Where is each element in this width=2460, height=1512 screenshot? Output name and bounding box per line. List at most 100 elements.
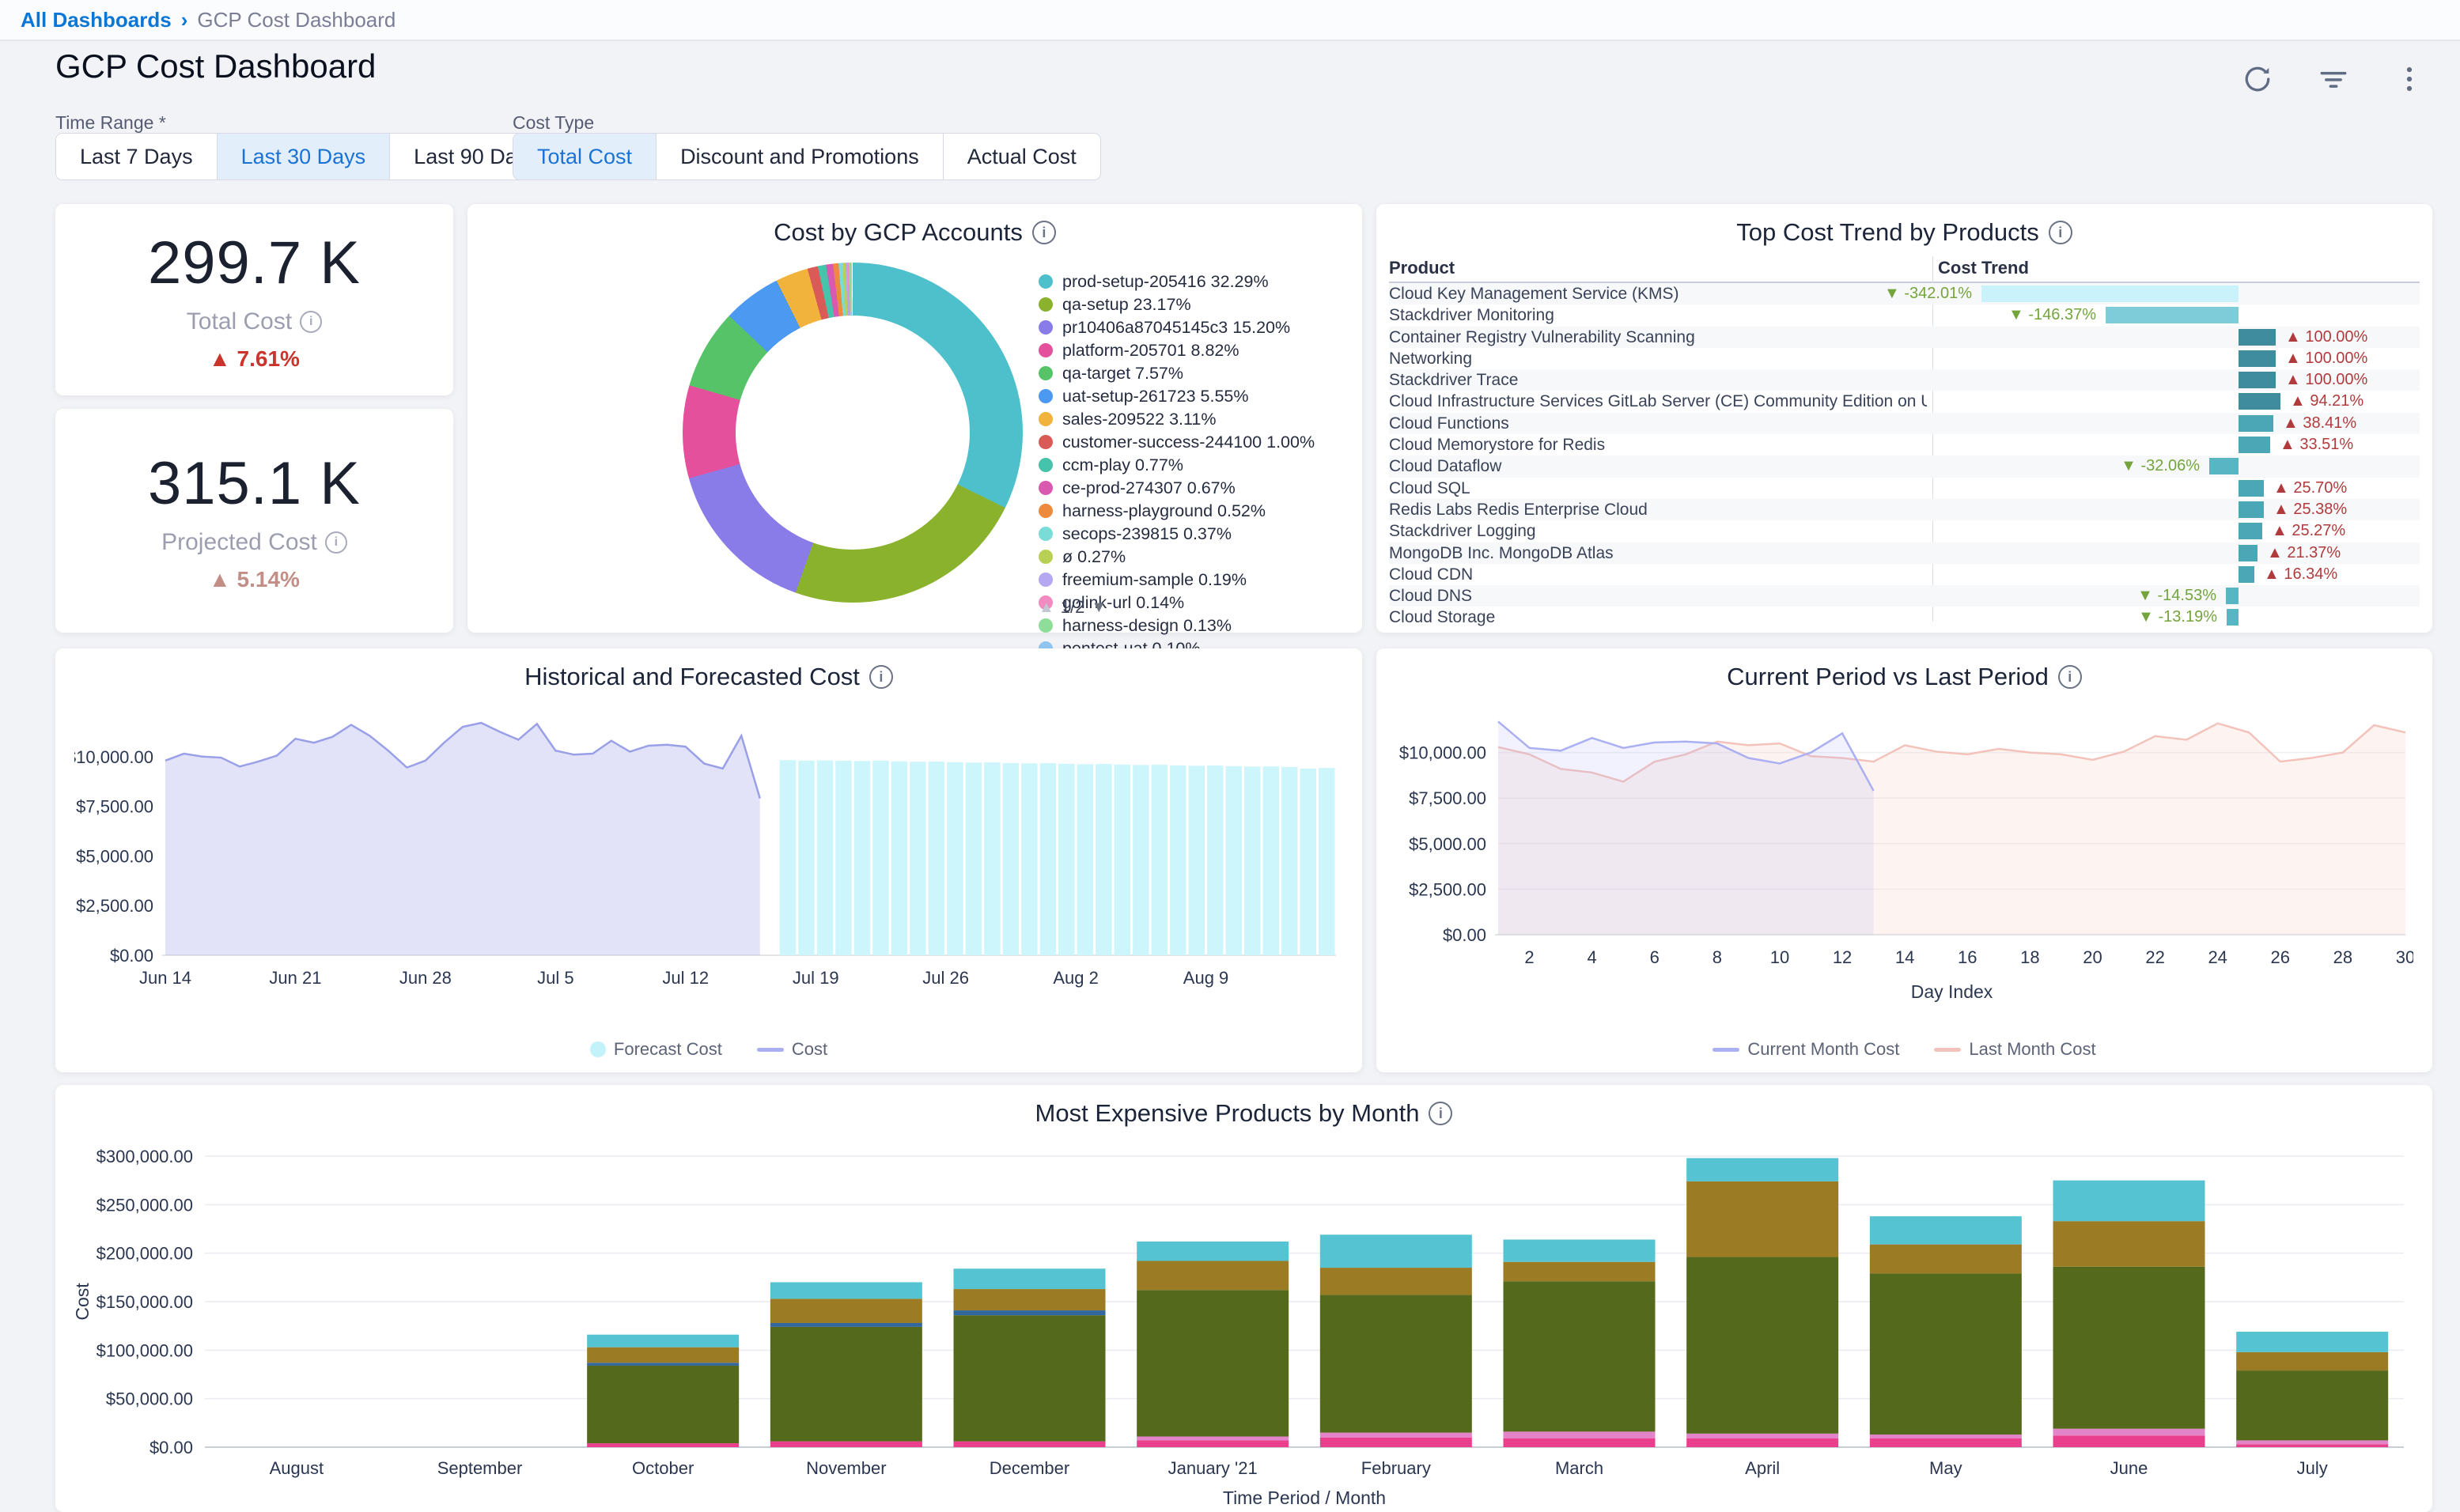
info-icon[interactable]: i xyxy=(2058,665,2082,689)
svg-text:June: June xyxy=(2110,1458,2148,1478)
table-row[interactable]: Cloud DNS ▼ -14.53% xyxy=(1389,585,2420,607)
svg-text:18: 18 xyxy=(2020,947,2039,967)
legend-item-prod-setup-205416[interactable]: prod-setup-205416 32.29% xyxy=(1039,270,1349,293)
time-range-label: Time Range * xyxy=(55,112,166,134)
svg-text:April: April xyxy=(1745,1458,1780,1478)
total-cost-delta: ▲ 7.61% xyxy=(209,346,300,372)
table-row[interactable]: Stackdriver Trace▲ 100.00% xyxy=(1389,369,2420,391)
trend-percent: ▲ 100.00% xyxy=(2285,327,2367,348)
panel-title: Cost by GCP Accountsi xyxy=(467,204,1362,247)
breadcrumb-all-dashboards-link[interactable]: All Dashboards xyxy=(21,8,172,32)
svg-text:$0.00: $0.00 xyxy=(149,1438,193,1457)
trend-percent: ▼ -14.53% xyxy=(2137,585,2216,607)
legend-item-uat-setup-261723[interactable]: uat-setup-261723 5.55% xyxy=(1039,385,1349,407)
legend-item-secops-239815[interactable]: secops-239815 0.37% xyxy=(1039,523,1349,545)
legend-label: ce-prod-274307 0.67% xyxy=(1062,477,1236,499)
legend-item-customer-success-244100[interactable]: customer-success-244100 1.00% xyxy=(1039,431,1349,453)
legend-item-qa-target[interactable]: qa-target 7.57% xyxy=(1039,362,1349,384)
legend-item-current-month-cost[interactable]: Current Month Cost xyxy=(1713,1039,1899,1060)
more-menu-icon[interactable] xyxy=(2392,62,2427,96)
table-row[interactable]: Cloud Key Management Service (KMS)▼ -342… xyxy=(1389,283,2420,304)
panel-title: Historical and Forecasted Costi xyxy=(55,648,1362,691)
product-cell: Cloud DNS xyxy=(1389,585,1927,607)
svg-text:August: August xyxy=(270,1458,324,1478)
svg-text:Aug 2: Aug 2 xyxy=(1053,968,1099,988)
legend-label: Current Month Cost xyxy=(1747,1039,1899,1060)
legend-item-qa-setup[interactable]: qa-setup 23.17% xyxy=(1039,293,1349,316)
table-row[interactable]: Redis Labs Redis Enterprise Cloud▲ 25.38… xyxy=(1389,499,2420,520)
legend-label: Last Month Cost xyxy=(1969,1039,2095,1060)
legend-item-sales-209522[interactable]: sales-209522 3.11% xyxy=(1039,408,1349,430)
current-vs-last-panel: Current Period vs Last Periodi $0.00$2,5… xyxy=(1376,648,2432,1072)
svg-text:$10,000.00: $10,000.00 xyxy=(1399,743,1486,763)
svg-text:$150,000.00: $150,000.00 xyxy=(97,1292,193,1312)
legend-label: secops-239815 0.37% xyxy=(1062,523,1232,545)
table-row[interactable]: Cloud SQL▲ 25.70% xyxy=(1389,478,2420,499)
legend-page-down-icon[interactable]: ▼ xyxy=(1091,599,1107,617)
product-cell: Cloud Storage xyxy=(1389,607,1927,628)
info-icon[interactable]: i xyxy=(869,665,893,689)
column-header-cost-trend[interactable]: Cost Trend xyxy=(1938,258,2029,278)
legend-item-forecast-cost[interactable]: Forecast Cost xyxy=(590,1039,722,1060)
refresh-icon[interactable] xyxy=(2240,62,2275,96)
legend-item-cost[interactable]: Cost xyxy=(757,1039,827,1060)
table-row[interactable]: Container Registry Vulnerability Scannin… xyxy=(1389,327,2420,348)
legend-item-harness-design[interactable]: harness-design 0.13% xyxy=(1039,614,1349,637)
legend-item-platform-205701[interactable]: platform-205701 8.82% xyxy=(1039,339,1349,361)
cost-type-option-discount-and-promotions[interactable]: Discount and Promotions xyxy=(657,134,944,180)
product-cell: Cloud Memorystore for Redis xyxy=(1389,434,1927,455)
svg-text:$0.00: $0.00 xyxy=(110,946,153,966)
table-row[interactable]: Cloud Dataflow▼ -32.06% xyxy=(1389,455,2420,477)
info-icon[interactable]: i xyxy=(1429,1102,1452,1125)
legend-dot xyxy=(1039,573,1053,587)
info-icon[interactable]: i xyxy=(1032,221,1056,244)
legend-label: prod-setup-205416 32.29% xyxy=(1062,270,1269,293)
cost-type-option-actual-cost[interactable]: Actual Cost xyxy=(944,134,1100,180)
legend-item-harness-playground[interactable]: harness-playground 0.52% xyxy=(1039,500,1349,522)
trend-bar xyxy=(2226,588,2239,604)
product-cell: Cloud SQL xyxy=(1389,478,1927,499)
legend-item-pr10406a87045145c3[interactable]: pr10406a87045145c3 15.20% xyxy=(1039,316,1349,338)
svg-text:30: 30 xyxy=(2396,947,2413,967)
legend-item-last-month-cost[interactable]: Last Month Cost xyxy=(1934,1039,2095,1060)
svg-text:2: 2 xyxy=(1524,947,1534,967)
table-row[interactable]: Cloud Functions▲ 38.41% xyxy=(1389,413,2420,434)
svg-text:Day Index: Day Index xyxy=(1911,981,1993,1002)
product-cell: Cloud Infrastructure Services GitLab Ser… xyxy=(1389,391,1927,412)
cost-type-option-total-cost[interactable]: Total Cost xyxy=(513,134,657,180)
projected-cost-label: Projected Costi xyxy=(161,529,347,556)
svg-text:$5,000.00: $5,000.00 xyxy=(1409,834,1486,854)
table-row[interactable]: Networking▲ 100.00% xyxy=(1389,348,2420,369)
svg-text:Time Period / Month: Time Period / Month xyxy=(1223,1487,1386,1506)
info-icon[interactable]: i xyxy=(300,311,322,333)
info-icon[interactable]: i xyxy=(325,531,347,554)
legend-item-freemium-sample[interactable]: freemium-sample 0.19% xyxy=(1039,569,1349,591)
product-cell: Cloud Functions xyxy=(1389,413,1927,434)
filter-icon[interactable] xyxy=(2316,62,2351,96)
table-row[interactable]: Stackdriver Monitoring▼ -146.37% xyxy=(1389,304,2420,326)
legend-item-ce-prod-274307[interactable]: ce-prod-274307 0.67% xyxy=(1039,477,1349,499)
table-row[interactable]: Cloud Infrastructure Services GitLab Ser… xyxy=(1389,391,2420,412)
trend-percent: ▲ 25.27% xyxy=(2272,520,2345,542)
table-row[interactable]: Stackdriver Logging▲ 25.27% xyxy=(1389,520,2420,542)
donut-hole xyxy=(736,316,970,550)
table-row[interactable]: Cloud Memorystore for Redis▲ 33.51% xyxy=(1389,434,2420,455)
trend-bar xyxy=(2209,458,2239,474)
time-range-option-last-30-days[interactable]: Last 30 Days xyxy=(218,134,391,180)
column-header-product[interactable]: Product xyxy=(1389,258,1455,278)
svg-text:$2,500.00: $2,500.00 xyxy=(76,896,153,916)
legend-dot xyxy=(1039,274,1053,289)
page-title: GCP Cost Dashboard xyxy=(55,47,376,85)
trend-percent: ▲ 94.21% xyxy=(2290,391,2363,412)
top-cost-trend-panel: Top Cost Trend by Productsi Product Cost… xyxy=(1376,204,2432,633)
legend-item-ø[interactable]: ø 0.27% xyxy=(1039,546,1349,568)
time-range-option-last-7-days[interactable]: Last 7 Days xyxy=(56,134,218,180)
legend-page-up-icon[interactable]: ▲ xyxy=(1039,599,1054,617)
svg-text:12: 12 xyxy=(1833,947,1852,967)
table-row[interactable]: MongoDB Inc. MongoDB Atlas▲ 21.37% xyxy=(1389,542,2420,564)
table-row[interactable]: Cloud Storage▼ -13.19% xyxy=(1389,607,2420,628)
trend-percent: ▲ 100.00% xyxy=(2285,369,2367,391)
table-row[interactable]: Cloud CDN▲ 16.34% xyxy=(1389,564,2420,585)
info-icon[interactable]: i xyxy=(2049,221,2072,244)
legend-item-ccm-play[interactable]: ccm-play 0.77% xyxy=(1039,454,1349,476)
